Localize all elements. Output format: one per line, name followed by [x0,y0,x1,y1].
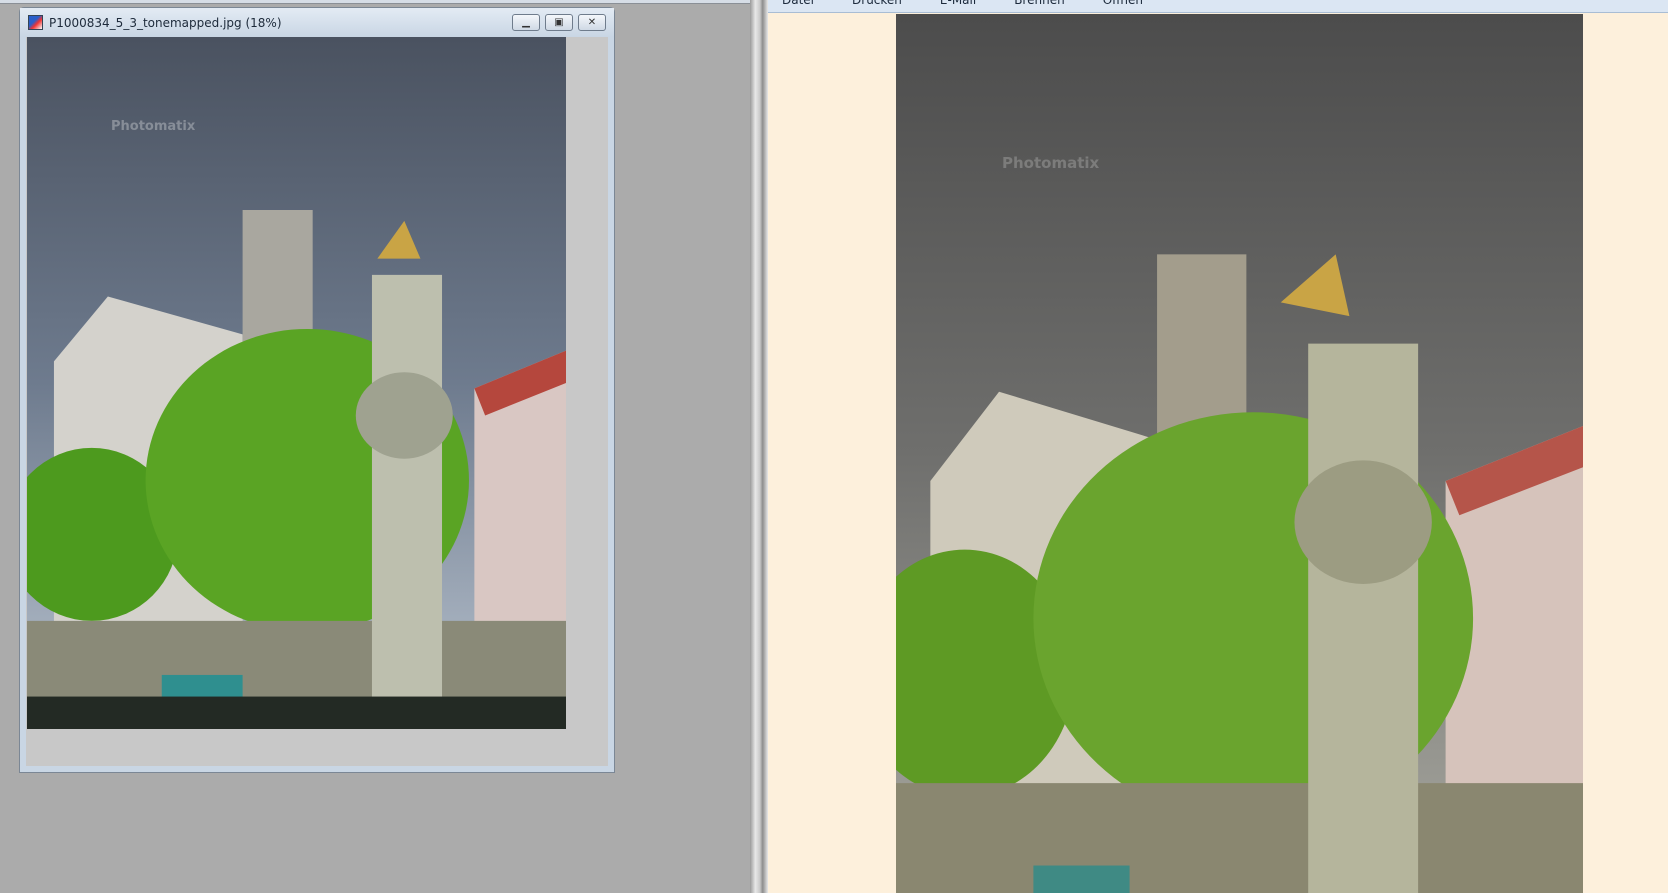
photo-viewer: Datei Drucken E-Mail Brennen Öffnen Phot… [768,0,1668,893]
image-window-title: P1000834_5_3_tonemapped.jpg (18%) [49,15,282,30]
minimize-button[interactable]: ▁ [512,14,540,31]
hdr-photo-vivid: Photomatix [27,37,566,729]
image-canvas[interactable]: Photomatix [26,37,608,766]
editor-workspace: P1000834_5_3_tonemapped.jpg (18%) ▁ ▣ ✕ [0,0,750,893]
close-icon: ✕ [587,17,597,28]
pane-splitter[interactable] [750,0,768,893]
menu-oeffnen[interactable]: Öffnen [1103,0,1143,12]
image-file-icon [28,15,43,30]
hdr-photo-preview: Photomatix [896,14,1583,893]
close-button[interactable]: ✕ [578,14,606,31]
editor-toolbar-edge [0,0,750,4]
menu-brennen[interactable]: Brennen [1014,0,1064,12]
watermark-text: Photomatix [111,119,196,134]
restore-button[interactable]: ▣ [545,14,573,31]
menu-drucken[interactable]: Drucken [852,0,902,12]
menu-datei[interactable]: Datei [782,0,814,12]
image-window-titlebar[interactable]: P1000834_5_3_tonemapped.jpg (18%) ▁ ▣ ✕ [20,8,614,37]
watermark-text: Photomatix [1002,154,1100,172]
restore-icon: ▣ [554,17,564,28]
menu-email[interactable]: E-Mail [940,0,976,12]
viewer-menubar: Datei Drucken E-Mail Brennen Öffnen [768,0,1668,13]
minimize-icon: ▁ [522,17,530,28]
image-window[interactable]: P1000834_5_3_tonemapped.jpg (18%) ▁ ▣ ✕ [19,7,615,773]
